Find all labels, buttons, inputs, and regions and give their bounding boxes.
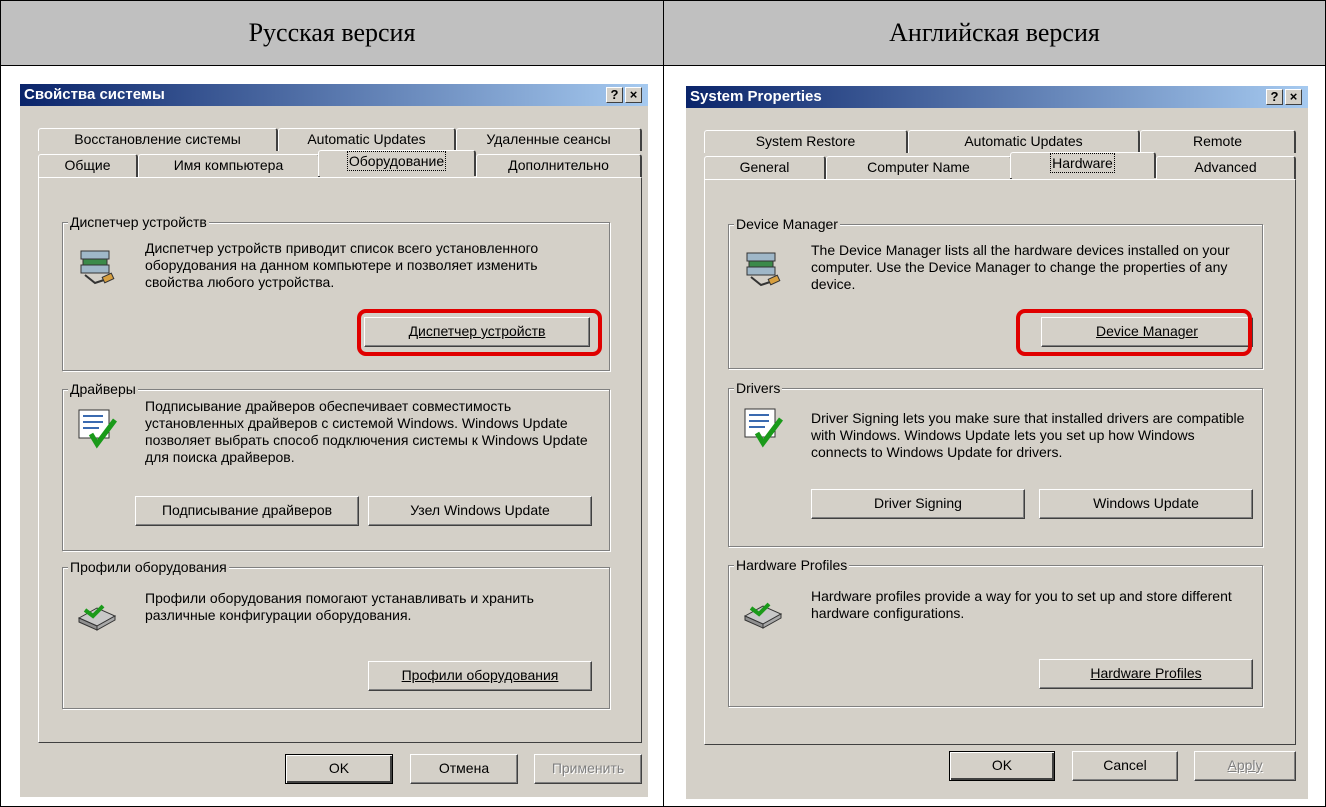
group-drivers: Drivers Driver Signing lets you make sur…: [728, 380, 1263, 547]
windows-update-button[interactable]: Узел Windows Update: [368, 496, 592, 526]
help-button[interactable]: ?: [1266, 89, 1283, 105]
group-label: Драйверы: [68, 381, 138, 397]
tab-system-restore[interactable]: Восстановление системы: [38, 128, 278, 151]
button-label: OK: [991, 757, 1013, 773]
button-label: Driver Signing: [874, 495, 962, 511]
header-right-text: Английская версия: [889, 18, 1100, 47]
windows-update-button[interactable]: Windows Update: [1039, 489, 1253, 519]
button-label: Hardware Profiles: [1090, 665, 1202, 681]
group-description: Driver Signing lets you make sure that i…: [811, 410, 1245, 460]
tab-panel: Диспетчер устройств Диспетчер устройств …: [38, 177, 642, 743]
header-left-text: Русская версия: [248, 18, 416, 47]
highlight-box: [1016, 309, 1252, 356]
group-description: Подписывание драйверов обеспечивает совм…: [145, 398, 588, 465]
button-label: Cancel: [1103, 757, 1147, 773]
group-label: Device Manager: [734, 216, 840, 232]
driver-signing-icon: [744, 408, 783, 448]
group-label: Профили оборудования: [68, 559, 229, 575]
tab-panel: Device Manager The Device Manager lists …: [704, 179, 1296, 745]
window-title: System Properties: [690, 88, 822, 105]
hardware-profiles-button[interactable]: Hardware Profiles: [1039, 659, 1253, 689]
help-button[interactable]: ?: [606, 87, 623, 103]
tab-advanced[interactable]: Дополнительно: [476, 154, 642, 177]
group-drivers: Драйверы Подписывание драйверов обеспечи…: [62, 381, 610, 551]
button-label: Узел Windows Update: [410, 502, 550, 518]
titlebar-en: System Properties: [686, 86, 1308, 108]
group-label: Hardware Profiles: [734, 557, 850, 573]
tab-label: Общие: [64, 157, 111, 173]
tab-label: Remote: [1192, 133, 1243, 149]
tab-label: Восстановление системы: [74, 131, 241, 147]
group-description: Hardware profiles provide a way for you …: [811, 588, 1232, 621]
apply-button[interactable]: Применить: [534, 754, 642, 784]
button-label: Профили оборудования: [401, 667, 559, 683]
driver-signing-icon: [78, 409, 117, 449]
header-left: Русская версия: [0, 0, 664, 66]
tab-label: Удаленные сеансы: [486, 131, 611, 147]
close-button[interactable]: ×: [1285, 89, 1302, 105]
button-label: Отмена: [438, 760, 490, 776]
ok-button[interactable]: OK: [949, 751, 1055, 781]
tab-label: Hardware: [1050, 153, 1115, 173]
tab-label: General: [739, 159, 790, 175]
tab-remote[interactable]: Remote: [1140, 130, 1296, 153]
highlight-box: [357, 309, 602, 356]
tab-label: Computer Name: [867, 159, 970, 175]
device-manager-icon: [80, 250, 115, 285]
tab-remote[interactable]: Удаленные сеансы: [456, 128, 642, 151]
tab-general[interactable]: General: [704, 156, 826, 179]
tab-label: Advanced: [1194, 159, 1257, 175]
titlebar-ru: Свойства системы: [20, 84, 648, 106]
tab-label: System Restore: [755, 133, 856, 149]
button-label: Применить: [551, 760, 625, 776]
dialog-en: System Properties ? × System Restore Aut…: [686, 86, 1308, 799]
tab-label: Имя компьютера: [173, 157, 284, 173]
apply-button[interactable]: Apply: [1194, 751, 1296, 781]
button-label: OK: [328, 760, 350, 776]
group-hardware-profiles: Hardware Profiles Hardware profiles prov…: [728, 557, 1263, 707]
tab-general[interactable]: Общие: [38, 154, 138, 177]
header-right: Английская версия: [663, 0, 1326, 66]
tab-label: Automatic Updates: [964, 133, 1083, 149]
cancel-button[interactable]: Отмена: [410, 754, 518, 784]
ok-button[interactable]: OK: [285, 754, 393, 784]
tab-automatic-updates[interactable]: Automatic Updates: [278, 128, 456, 151]
tab-label: Дополнительно: [508, 157, 609, 173]
tab-computer-name[interactable]: Имя компьютера: [138, 154, 320, 177]
button-label: Windows Update: [1093, 495, 1199, 511]
tab-hardware[interactable]: Hardware: [1010, 152, 1156, 178]
group-label: Drivers: [734, 380, 783, 396]
driver-signing-button[interactable]: Подписывание драйверов: [135, 496, 359, 526]
button-label: Подписывание драйверов: [161, 502, 333, 518]
group-hardware-profiles: Профили оборудования Профили оборудовани…: [62, 559, 610, 709]
tab-automatic-updates[interactable]: Automatic Updates: [908, 130, 1140, 153]
hardware-profiles-icon: [77, 604, 117, 631]
group-description: The Device Manager lists all the hardwar…: [811, 242, 1230, 292]
group-description: Профили оборудования помогают устанавлив…: [145, 590, 534, 623]
group-label: Диспетчер устройств: [68, 214, 209, 230]
tab-hardware[interactable]: Оборудование: [318, 150, 476, 176]
button-label: Apply: [1227, 757, 1263, 773]
close-button[interactable]: ×: [625, 87, 642, 103]
tab-advanced[interactable]: Advanced: [1156, 156, 1296, 179]
tab-label: Automatic Updates: [307, 131, 426, 147]
tab-label: Оборудование: [346, 151, 447, 171]
group-description: Диспетчер устройств приводит список всег…: [145, 240, 539, 290]
hardware-profiles-icon: [743, 602, 783, 629]
device-manager-icon: [746, 252, 781, 287]
driver-signing-button[interactable]: Driver Signing: [811, 489, 1025, 519]
tab-system-restore[interactable]: System Restore: [704, 130, 908, 153]
hardware-profiles-button[interactable]: Профили оборудования: [368, 661, 592, 691]
cancel-button[interactable]: Cancel: [1072, 751, 1178, 781]
tab-computer-name[interactable]: Computer Name: [826, 156, 1012, 179]
window-title: Свойства системы: [24, 86, 165, 103]
dialog-ru: Свойства системы ? × Восстановление сист…: [20, 84, 648, 797]
